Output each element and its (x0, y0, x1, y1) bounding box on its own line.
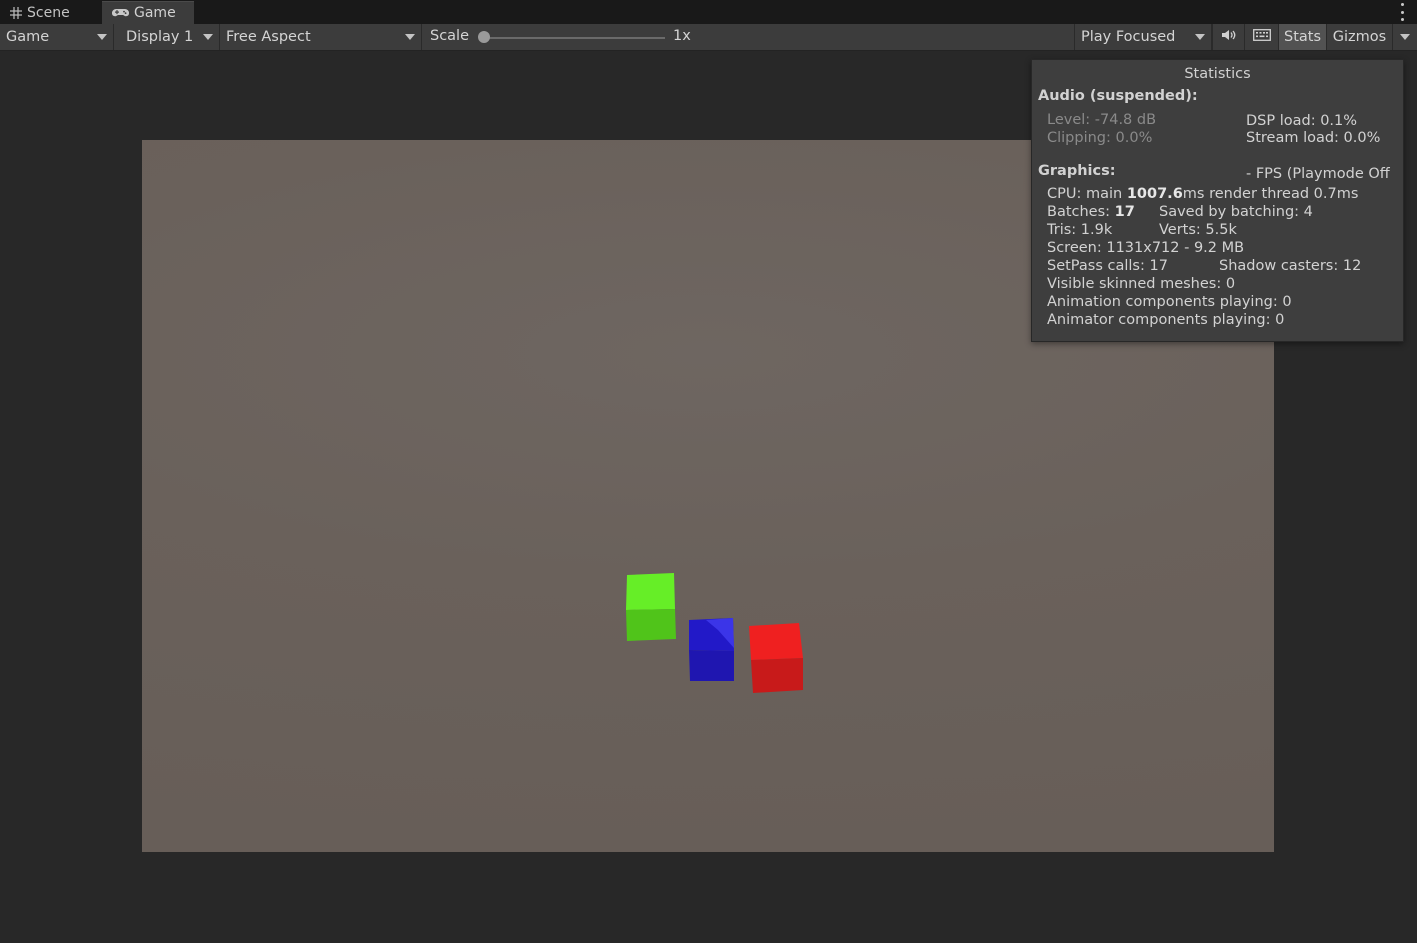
dsp-load: DSP load: 0.1% (1246, 113, 1358, 129)
statistics-title: Statistics (1184, 66, 1251, 82)
tab-game[interactable]: Game (102, 1, 194, 24)
statistics-panel: Statistics Audio (suspended): Level: -74… (1031, 59, 1404, 342)
game-view-toolbar: Game Display 1 Free Aspect Scale 1x Play… (0, 24, 1417, 51)
display-dropdown[interactable]: Display 1 (120, 24, 220, 50)
aspect-value: Free Aspect (226, 29, 311, 45)
mute-audio-button[interactable] (1212, 24, 1244, 50)
scale-slider-track[interactable] (484, 37, 665, 39)
more-options-icon[interactable] (1399, 3, 1405, 21)
animator-components: Animator components playing: 0 (1047, 312, 1285, 328)
green-cube (626, 573, 676, 641)
tab-scene[interactable]: Scene (0, 1, 98, 24)
batches-value: 17 (1114, 204, 1135, 220)
audio-clipping: Clipping: 0.0% (1047, 130, 1153, 146)
grid-icon (10, 6, 22, 19)
display-value: Display 1 (126, 29, 194, 45)
gizmos-dropdown-button[interactable] (1392, 24, 1417, 50)
chevron-down-icon (405, 34, 415, 40)
speaker-icon (1221, 29, 1237, 45)
stats-toggle-button[interactable]: Stats (1278, 24, 1326, 50)
audio-section-header: Audio (suspended): (1038, 88, 1198, 104)
stats-button-label: Stats (1283, 29, 1321, 45)
gizmos-button-label: Gizmos (1332, 29, 1387, 45)
scale-slider-handle[interactable] (478, 31, 490, 43)
play-mode-value: Play Focused (1081, 29, 1176, 45)
tab-game-label: Game (134, 5, 176, 21)
tris-stat: Tris: 1.9k (1047, 222, 1113, 238)
gizmos-toggle-button[interactable]: Gizmos (1326, 24, 1392, 50)
saved-by-batching: Saved by batching: 4 (1159, 204, 1313, 220)
red-cube (749, 623, 803, 693)
batches-stat: Batches: 17 (1047, 203, 1135, 221)
chevron-down-icon (1400, 34, 1410, 40)
stream-load: Stream load: 0.0% (1246, 130, 1381, 146)
gamepad-icon (112, 8, 129, 19)
shadow-casters: Shadow casters: 12 (1219, 258, 1362, 274)
aspect-dropdown[interactable]: Free Aspect (220, 24, 422, 50)
screen-stat: Screen: 1131x712 - 9.2 MB (1047, 240, 1245, 256)
cpu-main-value: 1007.6 (1126, 186, 1183, 202)
chevron-down-icon (1195, 34, 1205, 40)
chevron-down-icon (97, 34, 107, 40)
tab-scene-label: Scene (27, 4, 70, 21)
cpu-prefix: CPU: main (1047, 186, 1127, 202)
cpu-suffix: ms render thread 0.7ms (1182, 186, 1359, 202)
animation-components: Animation components playing: 0 (1047, 294, 1292, 310)
batches-prefix: Batches: (1047, 204, 1115, 220)
keyboard-shortcuts-button[interactable] (1244, 24, 1278, 50)
setpass-calls: SetPass calls: 17 (1047, 258, 1168, 274)
scale-value: 1x (673, 28, 691, 44)
graphics-section-header: Graphics: (1038, 163, 1116, 179)
view-mode-dropdown[interactable]: Game (0, 24, 114, 50)
scale-label: Scale (430, 28, 470, 44)
cpu-timing: CPU: main 1007.6ms render thread 0.7ms (1047, 185, 1358, 203)
window-tab-bar: Scene Game (0, 0, 1417, 24)
audio-level: Level: -74.8 dB (1047, 112, 1157, 128)
chevron-down-icon (203, 34, 213, 40)
verts-stat: Verts: 5.5k (1159, 222, 1237, 238)
view-mode-value: Game (6, 29, 50, 45)
play-mode-dropdown[interactable]: Play Focused (1074, 24, 1212, 50)
keyboard-icon (1252, 29, 1271, 45)
fps-readout: - FPS (Playmode Off (1246, 166, 1390, 182)
blue-cube (689, 618, 734, 681)
visible-skinned-meshes: Visible skinned meshes: 0 (1047, 276, 1236, 292)
